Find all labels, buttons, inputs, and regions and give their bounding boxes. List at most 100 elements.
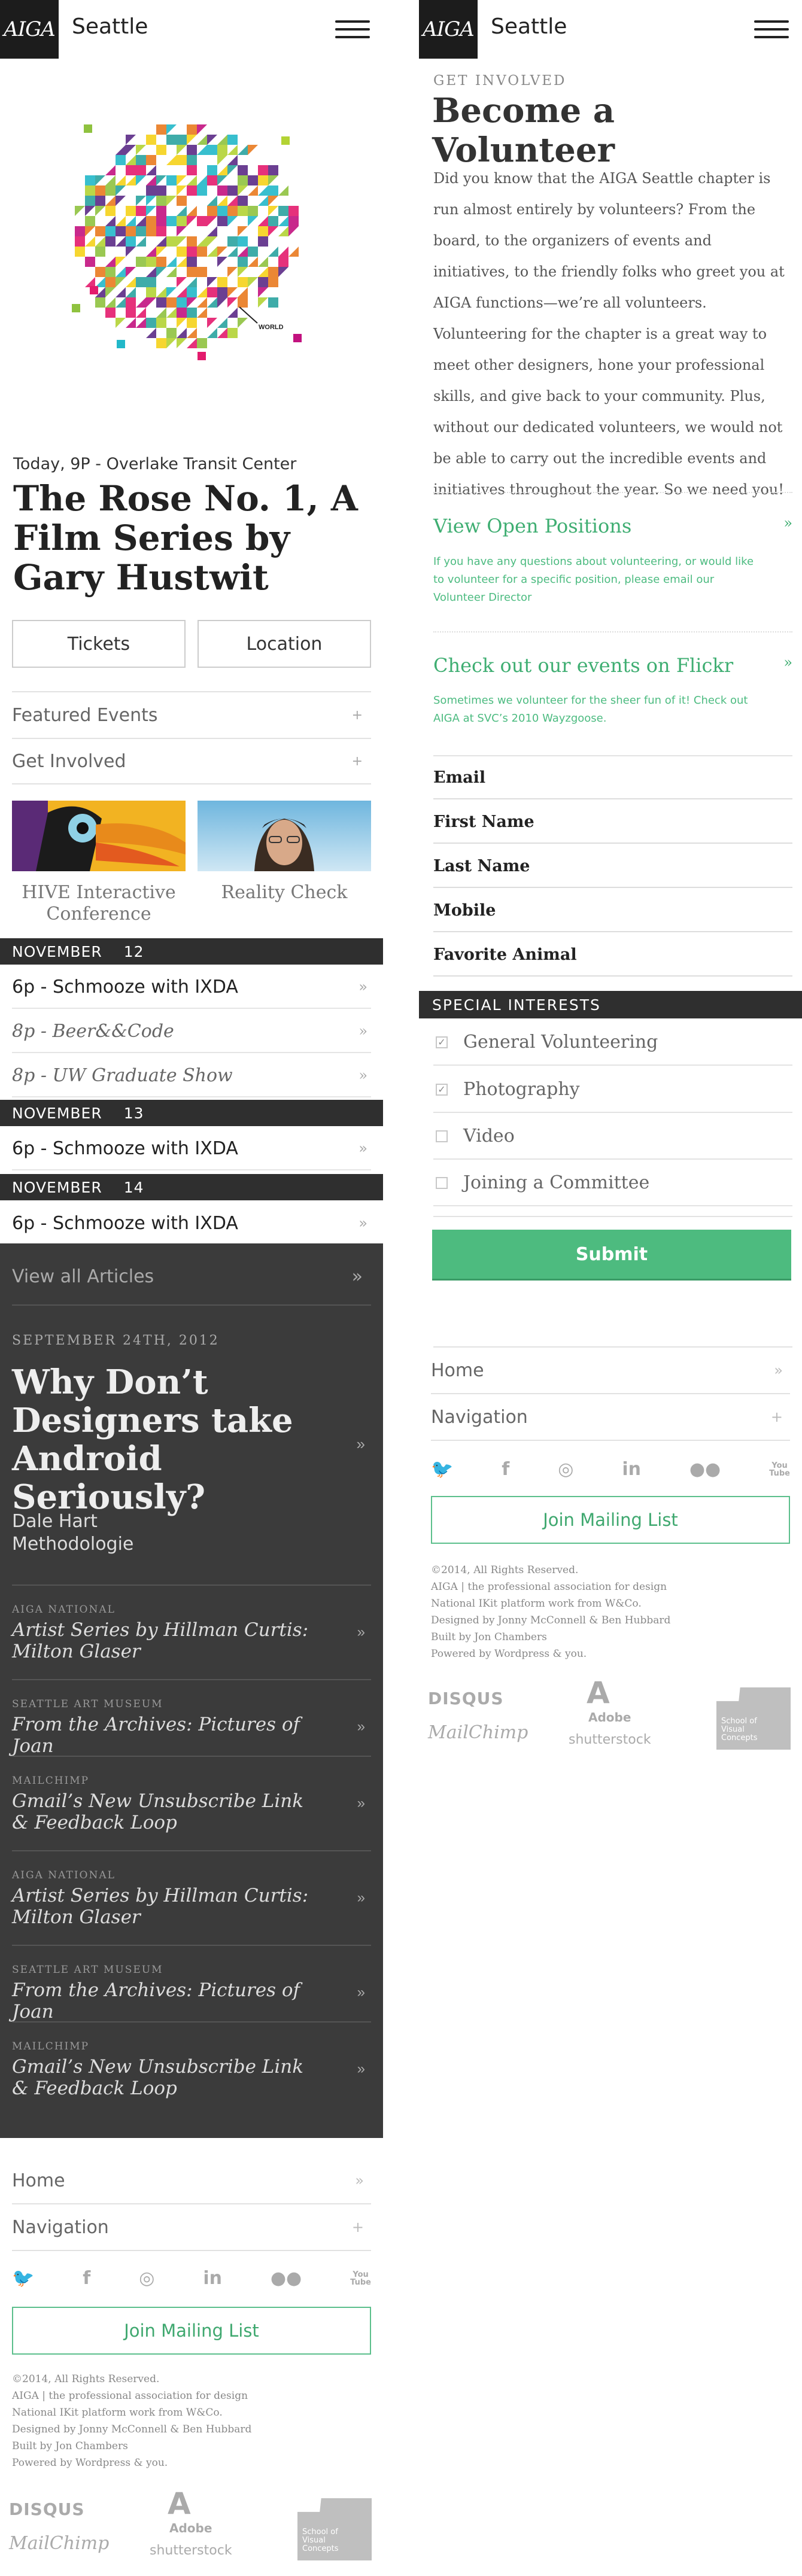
shutterstock-logo[interactable]: shutterstock — [150, 2543, 232, 2558]
interest-label: Photography — [463, 1079, 580, 1100]
adobe-logo[interactable]: Adobe — [169, 2521, 212, 2535]
featured-events-accordion[interactable]: Featured Events + — [12, 691, 371, 738]
legal-line: Powered by Wordpress & you. — [12, 2457, 168, 2469]
checkbox-unchecked-icon[interactable] — [436, 1130, 448, 1142]
checkbox-checked-icon[interactable]: ✓ — [436, 1036, 448, 1048]
school-of-visual-concepts-logo[interactable]: School of Visual Concepts — [297, 2498, 372, 2560]
instagram-icon[interactable]: ◎ — [558, 1459, 573, 1480]
chevron-right-icon[interactable]: » — [357, 1435, 365, 1453]
flickr-icon[interactable]: ●● — [689, 1459, 721, 1480]
interest-joining-committee[interactable]: Joining a Committee — [433, 1160, 792, 1206]
site-header: AIGA Seattle — [419, 0, 802, 59]
view-open-positions-link[interactable]: View Open Positions » — [433, 515, 792, 537]
mailchimp-logo[interactable]: MailChimp — [428, 1722, 528, 1743]
mobile-input[interactable] — [505, 889, 792, 931]
youtube-icon[interactable]: You Tube — [350, 2271, 371, 2286]
legal-line: Built by Jon Chambers — [12, 2440, 128, 2452]
twitter-icon[interactable]: 🐦 — [12, 2268, 34, 2289]
disqus-logo[interactable]: DISQUS — [9, 2499, 85, 2519]
article-list-item[interactable]: SEATTLE ART MUSEUM From the Archives: Pi… — [12, 1945, 371, 2023]
article-list-item[interactable]: AIGA NATIONAL Artist Series by Hillman C… — [12, 1850, 371, 1928]
interest-general-volunteering[interactable]: ✓ General Volunteering — [433, 1020, 792, 1066]
accordion-label: Get Involved — [12, 750, 126, 772]
accordion-label: Featured Events — [12, 704, 158, 726]
footer-home-link[interactable]: Home » — [12, 2158, 371, 2204]
plus-icon: + — [351, 753, 363, 769]
featured-article-author: Dale Hart Methodologie — [12, 1510, 133, 1556]
article-list-item[interactable]: SEATTLE ART MUSEUM From the Archives: Pi… — [12, 1679, 371, 1757]
last-name-input[interactable] — [539, 845, 792, 887]
checkbox-checked-icon[interactable]: ✓ — [436, 1083, 448, 1096]
articles-panel: View all Articles » SEPTEMBER 24TH, 2012… — [0, 1243, 383, 2138]
flickr-events-link[interactable]: Check out our events on Flickr » — [433, 654, 792, 677]
calendar-event[interactable]: 8p - Beer&&Code » — [12, 1010, 371, 1053]
facebook-icon[interactable]: f — [83, 2268, 90, 2289]
view-all-articles-link[interactable]: View all Articles » — [12, 1266, 371, 1287]
event-label: 6p - Schmooze with IXDA — [12, 1138, 238, 1159]
mobile-field[interactable]: Mobile — [433, 889, 792, 932]
article-source: SEATTLE ART MUSEUM — [12, 1964, 163, 1976]
site-header: AIGA Seattle — [0, 0, 383, 59]
aiga-logo[interactable]: AIGA — [419, 0, 478, 59]
article-list-item[interactable]: AIGA NATIONAL Artist Series by Hillman C… — [12, 1584, 371, 1662]
youtube-icon[interactable]: You Tube — [769, 1462, 790, 1477]
mailchimp-logo[interactable]: MailChimp — [9, 2533, 109, 2554]
twitter-icon[interactable]: 🐦 — [431, 1459, 453, 1480]
chevron-right-icon: » — [357, 1890, 365, 1906]
calendar-event[interactable]: 8p - UW Graduate Show » — [12, 1054, 371, 1097]
article-list-item[interactable]: MAILCHIMP Gmail’s New Unsubscribe Link &… — [12, 1756, 371, 1833]
event-title[interactable]: The Rose No. 1, A Film Series by Gary Hu… — [13, 479, 372, 597]
hamburger-menu-icon[interactable] — [754, 20, 789, 38]
school-of-visual-concepts-logo[interactable]: School of Visual Concepts — [716, 1687, 791, 1750]
calendar-event[interactable]: 6p - Schmooze with IXDA » — [12, 1202, 371, 1245]
checkbox-unchecked-icon[interactable] — [436, 1176, 448, 1189]
interest-photography[interactable]: ✓ Photography — [433, 1067, 792, 1113]
disqus-logo[interactable]: DISQUS — [428, 1689, 504, 1708]
article-list-item[interactable]: MAILCHIMP Gmail’s New Unsubscribe Link &… — [12, 2021, 371, 2099]
tickets-button[interactable]: Tickets — [12, 620, 186, 668]
email-input[interactable] — [495, 756, 792, 798]
first-name-field[interactable]: First Name — [433, 801, 792, 844]
submit-button[interactable]: Submit — [432, 1230, 791, 1279]
article-source: SEATTLE ART MUSEUM — [12, 1698, 163, 1710]
calendar-event[interactable]: 6p - Schmooze with IXDA » — [12, 966, 371, 1009]
last-name-field[interactable]: Last Name — [433, 845, 792, 888]
favorite-animal-input[interactable] — [586, 933, 792, 975]
join-mailing-list-button[interactable]: Join Mailing List — [431, 1496, 790, 1544]
hamburger-menu-icon[interactable] — [335, 20, 370, 38]
legal-line: ©2014, All Rights Reserved. — [431, 1564, 579, 1576]
first-name-input[interactable] — [543, 801, 792, 843]
section-eyebrow: GET INVOLVED — [433, 73, 567, 89]
flickr-icon[interactable]: ●● — [271, 2268, 302, 2289]
shutterstock-logo[interactable]: shutterstock — [569, 1732, 651, 1747]
interest-video[interactable]: Video — [433, 1114, 792, 1160]
legal-line: Designed by Jonny McConnell & Ben Hubbar… — [12, 2423, 252, 2435]
legal-line: AIGA | the professional association for … — [431, 1581, 667, 1593]
footer-home-label: Home — [12, 2170, 65, 2191]
adobe-logo[interactable]: Adobe — [588, 1710, 631, 1725]
featured-article-title[interactable]: Why Don’t Designers take Android Serious… — [12, 1363, 335, 1516]
month-label: NOVEMBER — [12, 942, 102, 960]
join-mailing-list-button[interactable]: Join Mailing List — [12, 2307, 371, 2355]
footer-navigation-accordion[interactable]: Navigation + — [431, 1394, 790, 1441]
linkedin-icon[interactable]: in — [622, 1459, 641, 1480]
month-label: NOVEMBER — [12, 1104, 102, 1122]
instagram-icon[interactable]: ◎ — [139, 2268, 154, 2289]
feature-card-hive[interactable]: HIVE Interactive Conference — [12, 801, 186, 925]
footer-navigation-accordion[interactable]: Navigation + — [12, 2204, 371, 2251]
aiga-logo[interactable]: AIGA — [0, 0, 59, 59]
feature-card-reality-check[interactable]: Reality Check — [198, 801, 371, 925]
get-involved-accordion[interactable]: Get Involved + — [12, 738, 371, 784]
calendar-day-header: NOVEMBER 13 — [0, 1100, 383, 1126]
email-field[interactable]: Email — [433, 756, 792, 799]
facebook-icon[interactable]: f — [502, 1459, 509, 1480]
favorite-animal-field[interactable]: Favorite Animal — [433, 933, 792, 977]
author-name: Dale Hart — [12, 1511, 98, 1532]
social-links: 🐦 f ◎ in ●● You Tube — [431, 1459, 790, 1480]
footer-home-link[interactable]: Home » — [431, 1348, 790, 1394]
event-label: 6p - Schmooze with IXDA — [12, 1212, 238, 1234]
calendar-event[interactable]: 6p - Schmooze with IXDA » — [12, 1127, 371, 1170]
linkedin-icon[interactable]: in — [203, 2268, 222, 2289]
location-button[interactable]: Location — [198, 620, 371, 668]
legal-line: Built by Jon Chambers — [431, 1631, 547, 1643]
